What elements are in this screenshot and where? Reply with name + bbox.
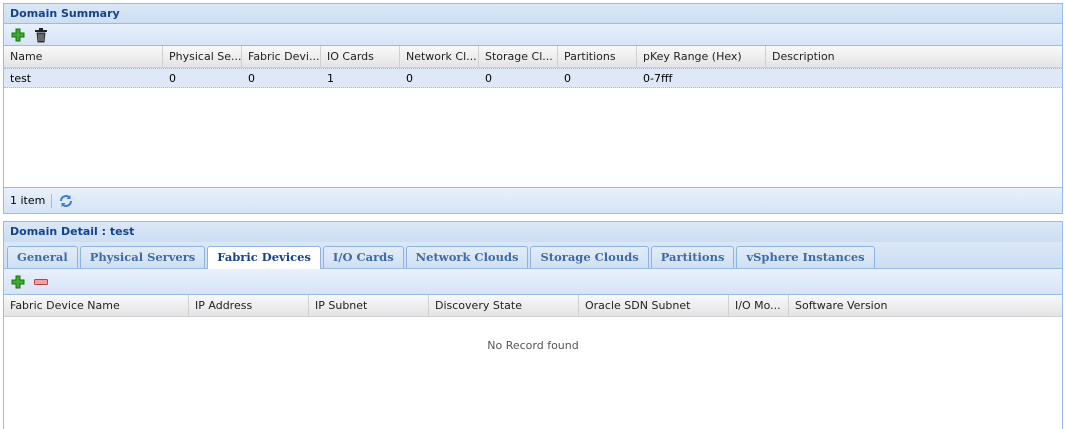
cell-network-clouds: 0 bbox=[406, 72, 413, 85]
col-io-modules[interactable]: I/O Mo... bbox=[729, 295, 789, 316]
col-ip-address[interactable]: IP Address bbox=[189, 295, 309, 316]
domain-detail-header: Domain Detail : test bbox=[4, 222, 1062, 242]
fabric-devices-grid-header: Fabric Device Name IP Address IP Subnet … bbox=[4, 295, 1062, 317]
cell-partitions: 0 bbox=[564, 72, 571, 85]
paging-toolbar: 1 item bbox=[4, 187, 1062, 213]
col-fabric-device-name[interactable]: Fabric Device Name bbox=[4, 295, 189, 316]
domain-summary-header: Domain Summary bbox=[4, 4, 1062, 24]
add-icon[interactable] bbox=[10, 274, 26, 290]
col-partitions[interactable]: Partitions bbox=[558, 46, 637, 67]
cell-fabric-devices: 0 bbox=[248, 72, 255, 85]
col-storage-clouds[interactable]: Storage Cl... bbox=[479, 46, 558, 67]
col-name[interactable]: Name bbox=[4, 46, 163, 67]
col-oracle-sdn-subnet[interactable]: Oracle SDN Subnet bbox=[579, 295, 729, 316]
col-physical-servers[interactable]: Physical Se... bbox=[163, 46, 242, 67]
fabric-devices-toolbar bbox=[4, 269, 1062, 295]
col-description[interactable]: Description bbox=[766, 46, 1062, 67]
cell-storage-clouds: 0 bbox=[485, 72, 492, 85]
domain-summary-title: Domain Summary bbox=[10, 7, 120, 20]
tab-general[interactable]: General bbox=[7, 246, 78, 268]
cell-physical-servers: 0 bbox=[169, 72, 176, 85]
col-fabric-devices[interactable]: Fabric Devi... bbox=[242, 46, 321, 67]
tab-vsphere-instances[interactable]: vSphere Instances bbox=[736, 246, 875, 268]
add-icon[interactable] bbox=[10, 27, 26, 43]
detail-tabstrip: General Physical Servers Fabric Devices … bbox=[4, 242, 1062, 269]
cell-description bbox=[766, 69, 1062, 87]
col-network-clouds[interactable]: Network Cl... bbox=[400, 46, 479, 67]
empty-message: No Record found bbox=[487, 339, 579, 352]
tab-io-cards[interactable]: I/O Cards bbox=[322, 246, 404, 268]
tab-partitions[interactable]: Partitions bbox=[650, 246, 735, 268]
cell-pkey-range: 0-7fff bbox=[643, 72, 673, 85]
col-software-version[interactable]: Software Version bbox=[789, 295, 1062, 316]
remove-icon[interactable] bbox=[33, 274, 49, 290]
cell-io-cards: 1 bbox=[327, 72, 334, 85]
tab-network-clouds[interactable]: Network Clouds bbox=[405, 246, 529, 268]
tab-physical-servers[interactable]: Physical Servers bbox=[79, 246, 206, 268]
col-pkey-range[interactable]: pKey Range (Hex) bbox=[637, 46, 766, 67]
trash-icon[interactable] bbox=[33, 27, 49, 43]
refresh-icon[interactable] bbox=[58, 193, 74, 209]
tab-storage-clouds[interactable]: Storage Clouds bbox=[530, 246, 649, 268]
table-row[interactable]: test 0 0 1 0 0 0 0-7fff bbox=[4, 68, 1062, 88]
col-ip-subnet[interactable]: IP Subnet bbox=[309, 295, 429, 316]
summary-grid-header: Name Physical Se... Fabric Devi... IO Ca… bbox=[4, 46, 1062, 68]
domain-detail-panel: Domain Detail : test General Physical Se… bbox=[3, 221, 1063, 429]
item-count: 1 item bbox=[10, 194, 46, 207]
tab-fabric-devices[interactable]: Fabric Devices bbox=[207, 246, 321, 269]
cell-name: test bbox=[10, 72, 32, 85]
domain-summary-toolbar bbox=[4, 24, 1062, 46]
domain-detail-title: Domain Detail : test bbox=[10, 225, 135, 238]
col-discovery-state[interactable]: Discovery State bbox=[429, 295, 579, 316]
domain-summary-panel: Domain Summary Name Physical Se... Fabri… bbox=[3, 3, 1063, 214]
paging-separator bbox=[51, 193, 53, 208]
col-io-cards[interactable]: IO Cards bbox=[321, 46, 400, 67]
